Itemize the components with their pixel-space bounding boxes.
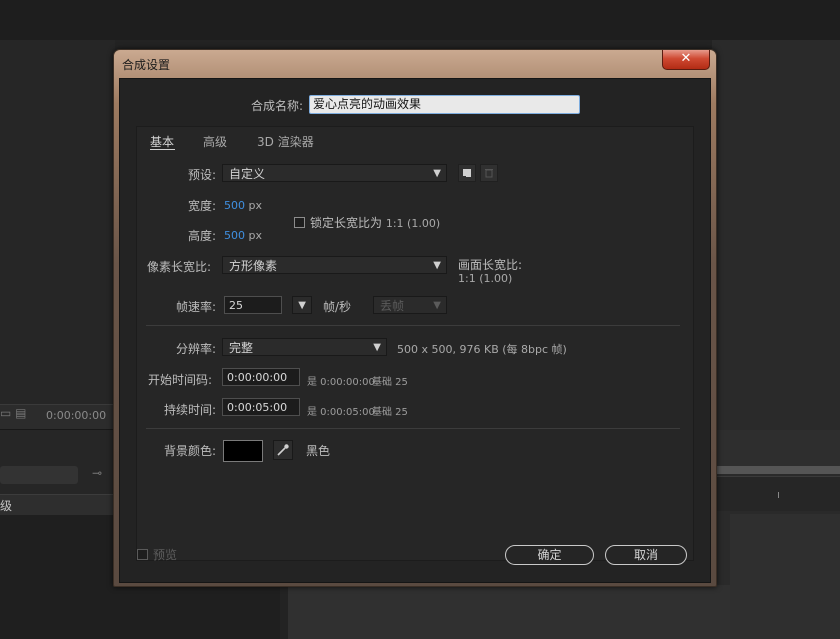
preset-dropdown[interactable]: 自定义 ▼ xyxy=(222,164,447,182)
chevron-down-icon: ▼ xyxy=(373,342,381,353)
resolution-dropdown[interactable]: 完整 ▼ xyxy=(222,338,387,356)
width-label: 宽度: xyxy=(188,199,217,213)
duration-input[interactable]: 0:00:05:00 xyxy=(222,398,300,416)
bg-color-label: 背景颜色: xyxy=(164,444,217,458)
width-field[interactable]: 500 px xyxy=(224,199,262,212)
frame-rate-input[interactable]: 25 xyxy=(224,296,282,314)
frame-aspect-label: 画面长宽比: xyxy=(458,258,523,272)
eyedropper-button[interactable] xyxy=(273,440,293,460)
parent-link-icon: ⊸ xyxy=(92,466,103,480)
bg-color-swatch[interactable] xyxy=(223,440,263,462)
preset-label: 预设: xyxy=(188,168,217,182)
lock-aspect-checkbox[interactable] xyxy=(294,217,305,228)
width-unit: px xyxy=(248,199,263,212)
comp-name-input[interactable]: 爱心点亮的动画效果 xyxy=(309,95,580,114)
pixel-aspect-label: 像素长宽比: xyxy=(147,260,212,274)
workspace-top-area xyxy=(0,0,840,40)
duration-label: 持续时间: xyxy=(164,403,217,417)
lock-aspect-label: 锁定长宽比为 1:1 (1.00) xyxy=(310,214,440,231)
tab-advanced[interactable]: 高级 xyxy=(203,133,227,150)
active-tab-indicator xyxy=(150,149,175,150)
duration-base: 基础 25 xyxy=(372,407,408,418)
drop-frame-value: 丢帧 xyxy=(380,299,405,313)
timeline-timecode[interactable]: 0:00:00:00 xyxy=(46,409,106,422)
column-label: 级 xyxy=(0,499,13,513)
chevron-down-icon: ▼ xyxy=(433,260,441,271)
save-preset-icon xyxy=(463,169,471,178)
frame-rate-label: 帧速率: xyxy=(176,300,217,314)
composition-settings-dialog: 合成设置 ✕ 合成名称: 爱心点亮的动画效果 基本 高级 3D 渲染器 预设: … xyxy=(113,49,717,587)
ruler-tick xyxy=(778,492,779,498)
height-unit: px xyxy=(248,229,263,242)
cancel-button[interactable]: 取消 xyxy=(605,545,687,565)
lock-aspect-ratio: 1:1 (1.00) xyxy=(385,217,441,230)
drop-frame-dropdown[interactable]: 丢帧 ▼ xyxy=(373,296,447,314)
frame-aspect-value: 1:1 (1.00) xyxy=(458,272,513,285)
resolution-info: 500 x 500, 976 KB (每 8bpc 帧) xyxy=(397,343,567,356)
section-divider xyxy=(146,325,680,326)
time-ruler-bar[interactable] xyxy=(712,466,840,474)
pixel-aspect-value: 方形像素 xyxy=(229,259,278,273)
height-value[interactable]: 500 xyxy=(224,229,245,242)
frame-rate-dropdown[interactable]: ▼ xyxy=(292,296,312,314)
eyedropper-icon xyxy=(277,444,289,456)
chevron-down-icon: ▼ xyxy=(433,300,441,311)
right-lower-panel xyxy=(730,514,840,639)
start-timecode-input[interactable]: 0:00:00:00 xyxy=(222,368,300,386)
start-timecode-equals: 是 0:00:00:00 xyxy=(307,377,375,388)
height-label: 高度: xyxy=(188,229,217,243)
duration-equals: 是 0:00:05:00 xyxy=(307,407,375,418)
frame-rate-unit: 帧/秒 xyxy=(323,300,352,314)
timeline-search-input[interactable] xyxy=(0,466,78,484)
pixel-aspect-dropdown[interactable]: 方形像素 ▼ xyxy=(222,256,447,274)
tab-3d-renderer[interactable]: 3D 渲染器 xyxy=(257,133,314,150)
dialog-title: 合成设置 xyxy=(122,58,171,72)
section-divider xyxy=(146,428,680,429)
start-timecode-label: 开始时间码: xyxy=(148,373,213,387)
trash-icon xyxy=(485,169,493,178)
resolution-value: 完整 xyxy=(229,341,254,355)
save-preset-button[interactable] xyxy=(458,164,476,182)
resolution-label: 分辨率: xyxy=(176,342,217,356)
chevron-down-icon: ▼ xyxy=(433,168,441,179)
height-field[interactable]: 500 px xyxy=(224,229,262,242)
preview-label: 预览 xyxy=(153,548,178,562)
preset-value: 自定义 xyxy=(229,167,266,181)
ok-button[interactable]: 确定 xyxy=(505,545,594,565)
width-value[interactable]: 500 xyxy=(224,199,245,212)
timeline-toggle-icons[interactable]: ▭ ▤ xyxy=(0,406,27,420)
tab-basic[interactable]: 基本 xyxy=(150,133,174,150)
lock-aspect-text: 锁定长宽比为 xyxy=(310,216,383,230)
close-button[interactable]: ✕ xyxy=(662,50,710,70)
delete-preset-button[interactable] xyxy=(480,164,498,182)
bg-color-name: 黑色 xyxy=(306,444,331,458)
timeline-track-area xyxy=(712,476,840,511)
comp-name-label: 合成名称: xyxy=(251,99,304,113)
chevron-down-icon: ▼ xyxy=(298,300,306,311)
dialog-content: 合成名称: 爱心点亮的动画效果 基本 高级 3D 渲染器 预设: 自定义 ▼ 宽… xyxy=(119,78,711,583)
timeline-ruler-area xyxy=(712,430,840,466)
start-timecode-base: 基础 25 xyxy=(372,377,408,388)
preview-checkbox[interactable] xyxy=(137,549,148,560)
